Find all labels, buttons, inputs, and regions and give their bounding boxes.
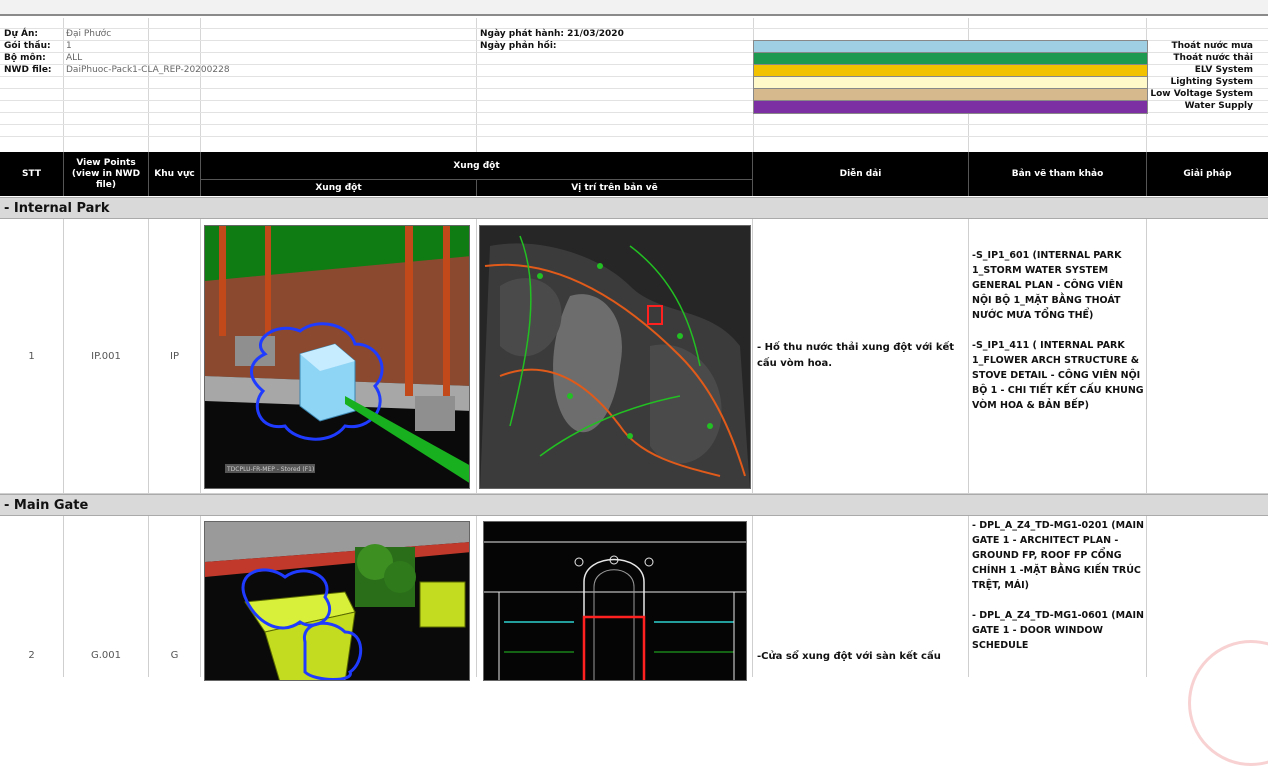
- image-caption: TDCPLU-FR-MEP - Stored (F1): [226, 466, 314, 473]
- nwd-file-label: NWD file:: [4, 65, 52, 75]
- column-header-location: Vị trí trên bản vẽ: [477, 179, 753, 196]
- cell-stt: 2: [0, 516, 64, 677]
- column-header-stt: STT: [0, 152, 64, 196]
- clash-3d-view-graphic: TDCPLU-FR-MEP - Stored (F1): [205, 226, 469, 483]
- grid-line: [148, 18, 149, 152]
- legend-label-wastewater: Thoát nước thải: [1147, 52, 1257, 64]
- cell-area: G: [149, 516, 201, 677]
- reference-drawing: -S_IP1_601 (INTERNAL PARK 1_STORM WATER …: [972, 250, 1124, 321]
- cell-stt: 1: [0, 219, 64, 493]
- window-top-bar: [0, 0, 1268, 16]
- grid-line: [0, 28, 1268, 29]
- section-title-internal-park: - Internal Park: [0, 197, 1268, 219]
- grid-line: [200, 18, 201, 152]
- reference-drawings-2: - DPL_A_Z4_TD-MG1-0201 (MAIN GATE 1 - AR…: [972, 518, 1144, 668]
- reference-drawing: - DPL_A_Z4_TD-MG1-0601 (MAIN GATE 1 - DO…: [972, 610, 1144, 651]
- cell-area: IP: [149, 219, 201, 493]
- elevation-drawing-graphic: [484, 541, 746, 680]
- site-plan-graphic: [480, 235, 750, 488]
- section-title-main-gate: - Main Gate: [0, 494, 1268, 516]
- nwd-file-value[interactable]: DaiPhuoc-Pack1-CLA_REP-20200228: [66, 65, 230, 75]
- column-header-description: Diễn dải: [753, 152, 969, 196]
- column-header-reference: Bản vẽ tham khảo: [969, 152, 1147, 196]
- reference-drawings-1: -S_IP1_601 (INTERNAL PARK 1_STORM WATER …: [972, 248, 1144, 428]
- reply-date: Ngày phản hồi:: [480, 41, 557, 51]
- grid-line: [63, 18, 64, 152]
- package-label: Gói thầu:: [4, 41, 51, 51]
- legend-label-lighting: Lighting System: [1147, 76, 1257, 88]
- grid-line: [476, 18, 477, 152]
- cell-viewpoint[interactable]: G.001: [64, 516, 149, 677]
- legend-label-storm-water: Thoát nước mưa: [1147, 40, 1257, 52]
- project-value[interactable]: Đại Phước: [66, 29, 111, 39]
- discipline-value[interactable]: ALL: [66, 53, 82, 63]
- grid-line: [0, 136, 1268, 137]
- column-header-clash: Xung đột: [201, 179, 477, 196]
- site-plan-location-image: [479, 225, 751, 489]
- cell-solution[interactable]: [1147, 219, 1268, 493]
- grid-line: [0, 124, 1268, 125]
- legend-swatch-water-supply: [753, 100, 1148, 114]
- reference-drawing: -S_IP1_411 ( INTERNAL PARK 1_FLOWER ARCH…: [972, 340, 1144, 411]
- clash-3d-view-image: TDCPLU-FR-MEP - Stored (F1): [204, 225, 470, 489]
- discipline-label: Bộ môn:: [4, 53, 46, 63]
- issue-date: Ngày phát hành: 21/03/2020: [480, 29, 624, 39]
- package-value[interactable]: 1: [66, 41, 72, 51]
- clash-description-2: -Cửa sổ xung đột với sàn kết cấu: [757, 651, 941, 662]
- elevation-drawing-image: [483, 521, 747, 681]
- column-header-area: Khu vực: [149, 152, 201, 196]
- column-header-clash-group: Xung đột: [201, 152, 753, 179]
- column-header-solution: Giải pháp: [1147, 152, 1268, 196]
- legend-label-elv: ELV System: [1147, 64, 1257, 76]
- project-label: Dự Án:: [4, 29, 38, 39]
- clash-3d-view-image: [204, 521, 470, 681]
- clash-description-1: - Hố thu nước thải xung đột với kết cấu …: [757, 342, 955, 369]
- clash-3d-view-graphic: [205, 522, 469, 680]
- reference-drawing: - DPL_A_Z4_TD-MG1-0201 (MAIN GATE 1 - AR…: [972, 520, 1144, 591]
- column-header-viewpoints: View Points (view in NWD file): [64, 152, 149, 196]
- legend-label-low-voltage: Low Voltage System: [1147, 88, 1257, 100]
- legend-label-water-supply: Water Supply: [1147, 100, 1257, 112]
- cell-viewpoint[interactable]: IP.001: [64, 219, 149, 493]
